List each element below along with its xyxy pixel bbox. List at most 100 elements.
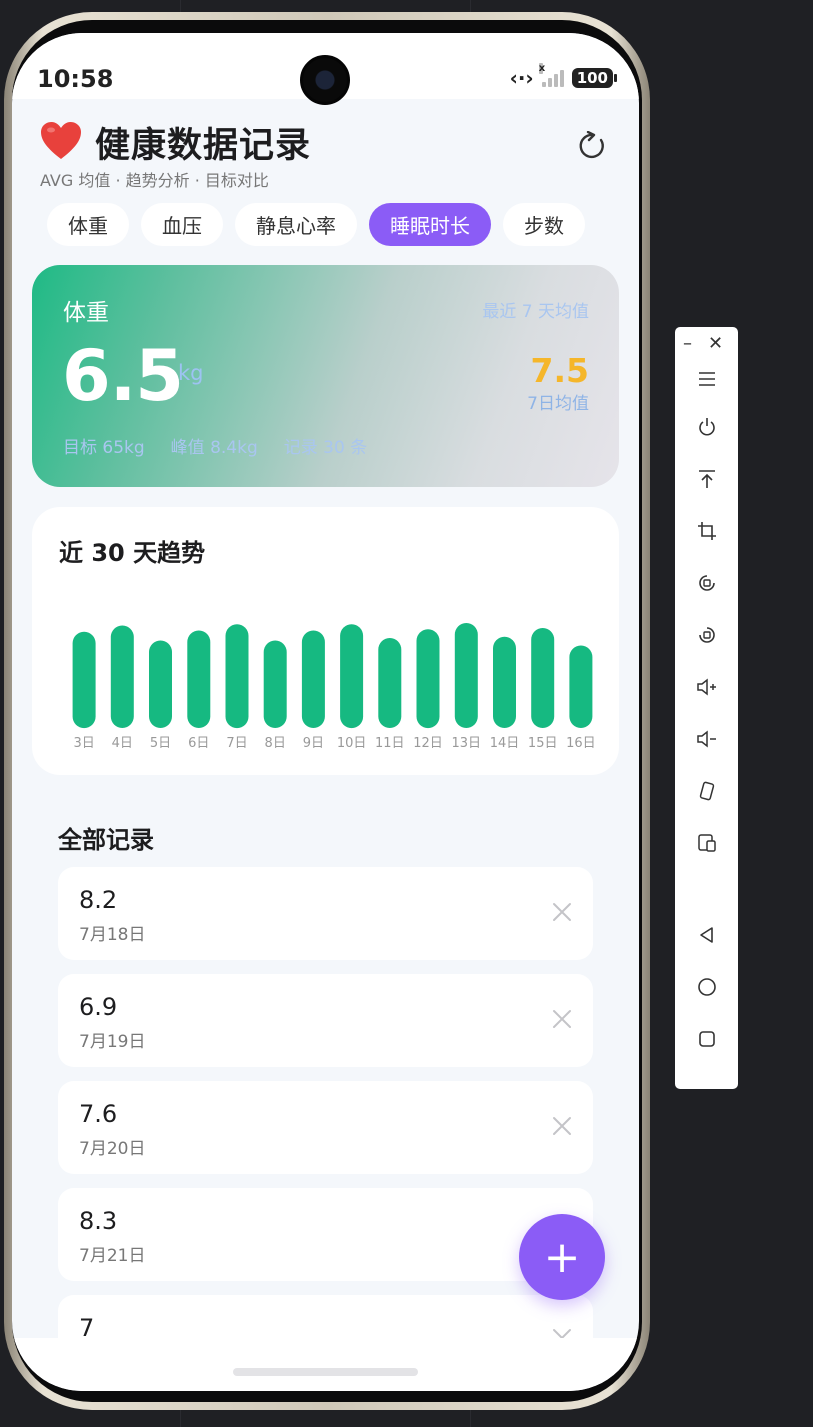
- minimize-icon[interactable]: –: [683, 333, 692, 354]
- record-date: 7月20日: [79, 1139, 146, 1159]
- summary-period: 最近 7 天均值: [482, 302, 589, 322]
- back-icon: [699, 927, 713, 943]
- record-date: 7月19日: [79, 1032, 146, 1052]
- multi-device-button[interactable]: [675, 827, 738, 859]
- record-item[interactable]: 7.6 7月20日: [58, 1081, 593, 1174]
- phone-screen: 10:58 ‹·› x 100 健康数据记录 AVG 均值 · 趋势分析 · 目…: [12, 33, 639, 1391]
- status-icons: ‹·› x 100: [509, 63, 618, 90]
- chart-bar: [187, 630, 211, 728]
- volume-up-button[interactable]: [675, 671, 738, 703]
- chart-x-tick-label: 16日: [566, 736, 596, 751]
- chart-x-tick-label: 4日: [112, 736, 133, 751]
- close-icon[interactable]: [551, 1008, 573, 1030]
- record-value: 8.3: [79, 1207, 118, 1235]
- record-value: 7.6: [79, 1100, 118, 1128]
- chart-bar: [569, 645, 593, 728]
- status-time: 10:58: [37, 65, 114, 93]
- chart-bar: [378, 638, 402, 728]
- data-transfer-icon: ‹·›: [509, 66, 534, 90]
- record-value: 6.9: [79, 993, 118, 1021]
- summary-metric-label: 体重: [63, 300, 109, 326]
- rotate-left-button[interactable]: [675, 567, 738, 599]
- home-indicator[interactable]: [233, 1368, 418, 1376]
- chart-bar: [454, 623, 478, 728]
- chart-x-tick-label: 15日: [528, 736, 558, 751]
- average-label: 7日均值: [527, 394, 589, 414]
- volume-down-button[interactable]: [675, 723, 738, 755]
- chart-x-tick-label: 6日: [188, 736, 209, 751]
- battery-icon: 100: [571, 68, 618, 88]
- target-text: 目标 65kg: [63, 438, 145, 458]
- records-title: 全部记录: [58, 826, 154, 854]
- front-camera: [300, 55, 350, 105]
- recent-apps-button[interactable]: [675, 1023, 738, 1055]
- chart-bar: [225, 624, 249, 729]
- chart-x-tick-label: 11日: [375, 736, 405, 751]
- tab-blood-pressure[interactable]: 血压: [141, 203, 223, 246]
- record-item[interactable]: 8.2 7月18日: [58, 867, 593, 960]
- crop-button[interactable]: [675, 515, 738, 547]
- rotate-right-button[interactable]: [675, 619, 738, 651]
- tab-resting-heart-rate[interactable]: 静息心率: [235, 203, 357, 246]
- menu-button[interactable]: [675, 363, 738, 395]
- summary-meta: 目标 65kg 峰值 8.4kg 记录 30 条: [63, 433, 367, 458]
- chart-bar: [493, 636, 516, 728]
- home-button[interactable]: [675, 971, 738, 1003]
- chart-x-tick-label: 12日: [413, 736, 443, 751]
- recent-apps-icon: [698, 1031, 715, 1047]
- add-record-button[interactable]: +: [519, 1214, 605, 1300]
- heart-icon: [41, 122, 81, 159]
- record-date: 7月18日: [79, 925, 146, 945]
- close-icon[interactable]: [551, 901, 573, 923]
- trend-bar-chart: 3日 4日 5日 6日 7日 8日 9日 10日 11日 12日 13日 14日 15日 16日: [72, 623, 596, 751]
- summary-value: 6.5: [62, 335, 184, 417]
- record-item[interactable]: 8.3 7月21日: [58, 1188, 593, 1281]
- tab-weight[interactable]: 体重: [47, 203, 129, 246]
- record-item[interactable]: 6.9 7月19日: [58, 974, 593, 1067]
- signal-icon: x: [538, 63, 564, 87]
- emulator-toolbar: – ✕: [675, 327, 738, 1089]
- summary-card: 体重 最近 7 天均值 6.5 kg 7.5 7日均值 目标 65kg 峰值 8…: [32, 265, 619, 487]
- chart-x-tick-label: 7日: [226, 736, 247, 751]
- scroll-top-button[interactable]: [675, 463, 738, 495]
- power-button[interactable]: [675, 411, 738, 443]
- chart-bar: [72, 631, 96, 729]
- trend-card: 近 30 天趋势 3日 4日 5日 6日 7日 8日 9日 10日 11日 12日 13日 14日 15…: [32, 507, 619, 775]
- chart-x-tick-label: 9日: [303, 736, 324, 751]
- page-subtitle: AVG 均值 · 趋势分析 · 目标对比: [40, 171, 269, 190]
- summary-unit: kg: [178, 361, 204, 385]
- chart-bar: [416, 629, 440, 729]
- crop-icon: [697, 522, 716, 540]
- chart-bar: [149, 640, 172, 728]
- volume-up-icon: [696, 678, 716, 696]
- rotate-device-icon: [699, 781, 714, 801]
- chart-x-tick-label: 8日: [265, 736, 286, 751]
- back-button[interactable]: [675, 919, 738, 951]
- record-count-text: 记录 30 条: [283, 438, 368, 458]
- upload-icon: [698, 470, 715, 488]
- close-icon[interactable]: [551, 1115, 573, 1137]
- refresh-icon[interactable]: [577, 131, 607, 161]
- menu-icon: [698, 372, 715, 386]
- rotate-device-button[interactable]: [675, 775, 738, 807]
- rotate-left-icon: [698, 575, 715, 591]
- chart-bar: [340, 624, 364, 729]
- rotate-right-icon: [698, 627, 715, 643]
- chart-bar: [110, 625, 134, 728]
- record-value: 8.2: [79, 886, 118, 914]
- chart-x-tick-label: 5日: [150, 736, 171, 751]
- close-icon[interactable]: ✕: [708, 333, 723, 354]
- tab-steps[interactable]: 步数: [503, 203, 585, 246]
- chart-bar: [263, 640, 287, 728]
- tab-sleep-duration[interactable]: 睡眠时长: [369, 203, 491, 246]
- status-bar: 10:58 ‹·› x 100: [12, 33, 639, 105]
- chart-x-tick-label: 13日: [452, 736, 482, 751]
- devices-icon: [697, 834, 716, 852]
- chart-bar: [531, 628, 555, 728]
- power-icon: [698, 418, 715, 436]
- chart-bar: [301, 630, 325, 728]
- metric-tabs: 体重 血压 静息心率 睡眠时长 步数: [47, 203, 585, 246]
- chart-x-tick-label: 14日: [490, 736, 520, 751]
- bottom-bar: [12, 1338, 639, 1391]
- peak-text: 峰值 8.4kg: [170, 438, 258, 458]
